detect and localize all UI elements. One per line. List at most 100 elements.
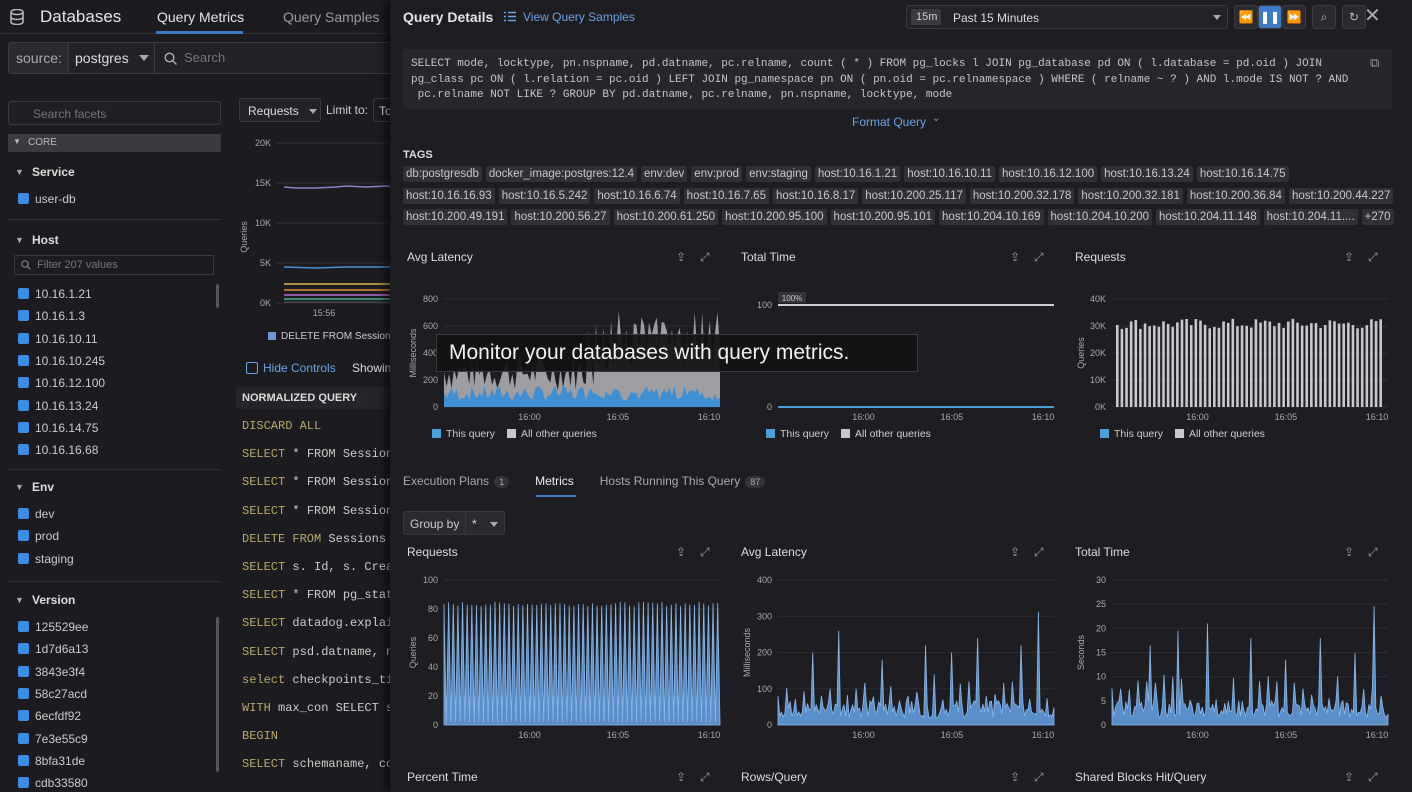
facet-item[interactable]: 10.16.10.245 [35, 354, 105, 368]
tag-chip[interactable]: host:10.16.1.21 [814, 166, 901, 182]
legend-item-others[interactable]: All other queries [1175, 428, 1265, 440]
facet-item[interactable]: 10.16.1.3 [35, 309, 85, 323]
checkbox[interactable] [18, 643, 29, 655]
export-icon[interactable]: ⇪ [1010, 545, 1020, 559]
tag-chip[interactable]: host:10.204.10.200 [1047, 209, 1152, 225]
checkbox[interactable] [18, 552, 29, 564]
export-icon[interactable]: ⇪ [1010, 770, 1020, 784]
tag-chip[interactable]: host:10.16.7.65 [683, 187, 769, 204]
checkbox[interactable] [18, 310, 29, 322]
format-query-button[interactable]: Format Query [852, 115, 926, 129]
facet-item[interactable]: 125529ee [35, 620, 88, 634]
facet-item[interactable]: 7e3e55c9 [35, 732, 88, 746]
tag-chip[interactable]: docker_image:postgres:12.4 [485, 166, 638, 182]
legend-item-others[interactable]: All other queries [841, 428, 931, 440]
hide-controls-button[interactable]: Hide Controls [263, 361, 336, 375]
export-icon[interactable]: ⇪ [1010, 250, 1020, 264]
facet-item[interactable]: 3843e3f4 [35, 665, 85, 679]
tag-chip[interactable]: host:10.16.5.242 [498, 187, 591, 204]
chevron-down-icon[interactable] [139, 55, 149, 61]
close-icon[interactable]: ✕ [1364, 3, 1381, 28]
facet-item[interactable]: cdb33580 [35, 776, 88, 790]
refresh-icon[interactable]: ↻ [1342, 5, 1366, 29]
tag-chip[interactable]: +270 [1361, 209, 1394, 225]
tag-chip[interactable]: host:10.16.10.11 [904, 166, 996, 182]
checkbox[interactable] [18, 777, 29, 789]
facet-item[interactable]: 10.16.14.75 [35, 421, 98, 435]
expand-icon[interactable]: ⤢ [1034, 545, 1044, 560]
tag-chip[interactable]: host:10.200.44.227 [1288, 187, 1394, 204]
table-row[interactable]: DISCARD ALL [242, 419, 321, 433]
normalized-query-header[interactable]: NORMALIZED QUERY [236, 387, 396, 409]
rewind-icon[interactable]: ⏪ [1234, 5, 1258, 29]
facet-item[interactable]: 58c27acd [35, 687, 87, 701]
checkbox[interactable] [18, 508, 29, 519]
tag-chip[interactable]: host:10.204.11.... [1263, 209, 1358, 225]
facet-item[interactable]: dev [35, 507, 54, 521]
export-icon[interactable]: ⇪ [1344, 250, 1354, 264]
tag-chip[interactable]: db:postgresdb [403, 166, 482, 182]
facet-host-title[interactable]: Host [32, 233, 59, 247]
tag-chip[interactable]: host:10.16.13.24 [1101, 166, 1193, 182]
export-icon[interactable]: ⇪ [1344, 770, 1354, 784]
checkbox[interactable] [18, 732, 29, 744]
core-section-header[interactable]: CORE [8, 134, 221, 152]
legend-item-this[interactable]: This query [1100, 428, 1163, 440]
pause-icon[interactable]: ❚❚ [1258, 5, 1282, 29]
table-row[interactable]: SELECT * FROM Sessions [242, 475, 400, 489]
facet-item[interactable]: 10.16.16.68 [35, 443, 98, 457]
facet-item[interactable]: 1d7d6a13 [35, 642, 88, 656]
legend-item[interactable]: DELETE FROM Sessions W [281, 331, 408, 342]
tag-chip[interactable]: host:10.200.95.100 [722, 209, 827, 225]
tag-chip[interactable]: host:10.200.25.117 [862, 187, 966, 204]
copy-icon[interactable]: ⧉ [1370, 55, 1379, 71]
checkbox[interactable] [18, 444, 29, 456]
facet-item[interactable]: 10.16.13.24 [35, 399, 98, 413]
table-row[interactable]: WITH max_con SELECT se [242, 701, 400, 715]
checkbox[interactable] [18, 621, 29, 632]
table-row[interactable]: SELECT * FROM pg_stat_ [242, 588, 400, 602]
facet-item[interactable]: user-db [35, 192, 76, 206]
table-row[interactable]: SELECT schemaname, cou [242, 757, 400, 771]
search-input[interactable]: Search [184, 50, 225, 65]
expand-icon[interactable]: ⤢ [700, 250, 710, 265]
facet-version-title[interactable]: Version [32, 593, 75, 607]
time-range-select[interactable]: 15m Past 15 Minutes [906, 5, 1228, 29]
facet-item[interactable]: prod [35, 529, 59, 543]
hide-controls-icon[interactable] [246, 362, 258, 374]
tag-chip[interactable]: env:dev [641, 166, 688, 182]
zoom-icon[interactable]: ⌕ [1312, 5, 1336, 29]
facet-search-input[interactable]: Search facets [8, 101, 221, 125]
facet-item[interactable]: 6ecfdf92 [35, 709, 81, 723]
fast-forward-icon[interactable]: ⏩ [1282, 5, 1306, 29]
tag-chip[interactable]: host:10.200.32.181 [1078, 187, 1183, 204]
expand-icon[interactable]: ⤢ [1368, 250, 1378, 265]
tab-metrics[interactable]: Metrics [535, 474, 574, 488]
table-row[interactable]: SELECT datadog.explain [242, 616, 400, 630]
facet-item[interactable]: 10.16.1.21 [35, 287, 92, 301]
tag-chip[interactable]: host:10.16.16.93 [403, 187, 495, 204]
tab-query-samples[interactable]: Query Samples [283, 9, 379, 25]
chevron-down-icon[interactable]: ⌄ [932, 113, 940, 124]
checkbox[interactable] [18, 193, 29, 204]
chevron-down-icon[interactable]: ▼ [15, 482, 24, 492]
tag-chip[interactable]: host:10.200.95.101 [830, 209, 936, 225]
tag-chip[interactable]: host:10.16.6.74 [594, 187, 680, 204]
checkbox[interactable] [18, 421, 29, 433]
table-row[interactable]: DELETE FROM Sessions W [242, 532, 400, 546]
tag-chip[interactable]: host:10.200.49.191 [403, 209, 508, 225]
expand-icon[interactable]: ⤢ [700, 545, 710, 560]
tag-chip[interactable]: host:10.16.12.100 [999, 166, 1098, 182]
tag-chip[interactable]: host:10.200.56.27 [511, 209, 610, 225]
legend-item-others[interactable]: All other queries [507, 428, 597, 440]
scrollbar[interactable] [216, 617, 219, 772]
expand-icon[interactable]: ⤢ [1034, 770, 1044, 785]
checkbox[interactable] [18, 687, 29, 699]
chevron-down-icon[interactable]: ▼ [15, 235, 24, 245]
table-row[interactable]: SELECT * FROM Sessions [242, 447, 400, 461]
chevron-down-icon[interactable] [309, 109, 317, 114]
checkbox[interactable] [18, 399, 29, 411]
tag-chip[interactable]: host:10.200.61.250 [613, 209, 719, 225]
checkbox[interactable] [18, 332, 29, 344]
legend-item-this[interactable]: This query [766, 428, 829, 440]
